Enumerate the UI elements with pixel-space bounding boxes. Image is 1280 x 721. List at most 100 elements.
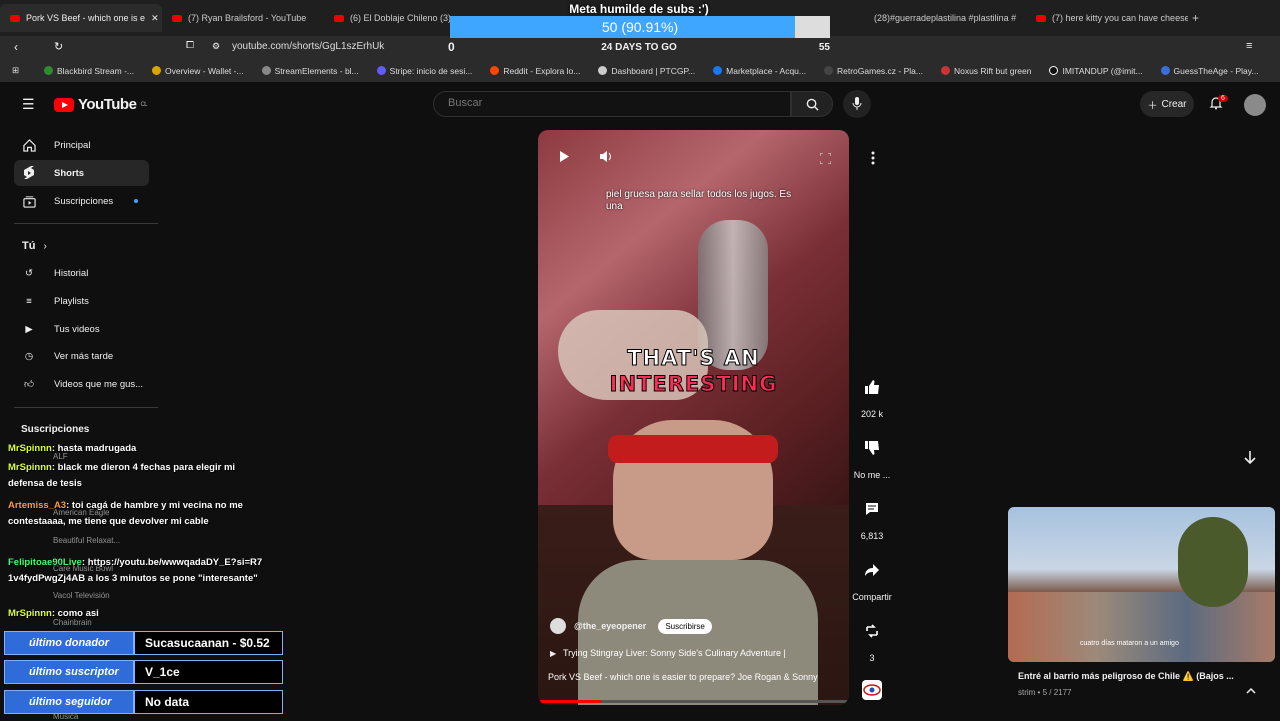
miniplayer-thumbnail[interactable]: cuatro días mataron a un amigo bbox=[1008, 507, 1275, 662]
search-button[interactable] bbox=[791, 91, 833, 117]
bookmark-overview[interactable]: Overview - Wallet -... bbox=[152, 66, 244, 76]
bookmark-icon[interactable]: ⧠ bbox=[186, 40, 194, 51]
sidebar-item-suscripciones[interactable]: Suscripciones bbox=[14, 188, 149, 214]
extensions-icon[interactable]: ≡ bbox=[1246, 40, 1252, 52]
bookmark-reddit[interactable]: Reddit - Explora lo... bbox=[490, 66, 580, 76]
channel-name[interactable]: @the_eyeopener bbox=[574, 621, 646, 631]
bookmark-favicon-icon bbox=[44, 66, 53, 75]
sidebar-item-historial[interactable]: ↺ Historial bbox=[14, 260, 149, 286]
thumbnail-caption: cuatro días mataron a un amigo bbox=[1080, 640, 1179, 647]
like-button[interactable]: 202 k bbox=[852, 371, 892, 419]
last-donor-value: Sucasucaanan - $0.52 bbox=[134, 631, 283, 655]
youtube-logo[interactable]: YouTube CL bbox=[54, 96, 148, 113]
reload-icon[interactable]: ↻ bbox=[54, 40, 63, 53]
tab-kitty[interactable]: (7) here kitty you can have cheese b bbox=[1026, 4, 1188, 32]
bookmark-blackbird[interactable]: Blackbird Stream -... bbox=[44, 66, 134, 76]
video-subtitle: piel gruesa para sellar todos los jugos.… bbox=[606, 189, 792, 212]
bookmark-favicon-icon bbox=[152, 66, 161, 75]
url-text[interactable]: youtube.com/shorts/GgL1szErhUk bbox=[232, 41, 384, 52]
remix-button[interactable]: 3 bbox=[852, 615, 892, 663]
mic-icon bbox=[852, 97, 862, 110]
fullscreen-icon[interactable] bbox=[819, 151, 832, 169]
last-subscriber-value: V_1ce bbox=[134, 660, 283, 684]
subscribe-button[interactable]: Suscribirse bbox=[658, 618, 712, 634]
youtube-logo-icon bbox=[54, 97, 74, 112]
bookmark-guesstheage[interactable]: GuessTheAge - Play... bbox=[1160, 66, 1258, 76]
video-title[interactable]: Pork VS Beef - which one is easier to pr… bbox=[548, 672, 818, 682]
last-subscriber-panel: último suscriptor V_1ce bbox=[4, 660, 283, 684]
sidebar-item-shorts[interactable]: Shorts bbox=[14, 160, 149, 186]
channel-avatar[interactable] bbox=[550, 618, 566, 634]
video-progress-bar[interactable] bbox=[540, 700, 847, 703]
last-follower-label: último seguidor bbox=[4, 690, 134, 714]
chevron-up-icon[interactable] bbox=[1246, 681, 1256, 699]
playlist-icon: ≡ bbox=[26, 295, 32, 307]
sidebar-section-you[interactable]: Tú › bbox=[14, 233, 149, 259]
tab-title: (7) Ryan Brailsford - YouTube bbox=[188, 13, 307, 23]
goal-title: Meta humilde de subs :') bbox=[569, 2, 709, 16]
sidebar-item-ver-mas-tarde[interactable]: ◷ Ver más tarde bbox=[14, 343, 149, 369]
video-progress-fill bbox=[540, 700, 602, 703]
last-donor-panel: último donador Sucasucaanan - $0.52 bbox=[4, 631, 283, 655]
bookmark-noxus[interactable]: Noxus Rift but green bbox=[940, 66, 1031, 76]
goal-days: 24 DAYS TO GO bbox=[601, 42, 677, 53]
create-button[interactable]: ＋ Crear bbox=[1140, 91, 1194, 117]
bookmark-ptcgp[interactable]: Dashboard | PTCGP... bbox=[598, 66, 695, 76]
shorts-video-player[interactable]: piel gruesa para sellar todos los jugos.… bbox=[538, 130, 849, 705]
subscriptions-icon bbox=[22, 194, 36, 208]
bookmark-retrogames[interactable]: RetroGames.cz - Pla... bbox=[824, 66, 923, 76]
tab-plastilina[interactable]: (28)#guerradeplastilina #plastilina # bbox=[864, 4, 1026, 32]
tab-title: (7) here kitty you can have cheese b bbox=[1052, 13, 1188, 23]
sub-goal-overlay: Meta humilde de subs :') 50 (90.91%) 0 2… bbox=[448, 0, 830, 58]
bookmark-favicon-icon bbox=[1160, 66, 1170, 75]
goal-progress-bar: 50 (90.91%) bbox=[450, 16, 830, 38]
chat-message: Artemiss_A3: toi cagá de hambre y mi vec… bbox=[8, 500, 243, 527]
sidebar-item-tus-videos[interactable]: ▶ Tus videos bbox=[14, 316, 149, 342]
search-input[interactable]: Buscar bbox=[433, 91, 791, 117]
sidebar-item-playlists[interactable]: ≡ Playlists bbox=[14, 288, 149, 314]
sidebar-item-liked[interactable]: 👍︎ Videos que me gus... bbox=[14, 371, 149, 397]
close-icon[interactable]: ✕ bbox=[151, 13, 159, 24]
bookmark-stripe[interactable]: Stripe: inicio de sesi... bbox=[376, 66, 472, 76]
volume-icon[interactable] bbox=[599, 150, 612, 168]
tab-pork-vs-beef[interactable]: Pork VS Beef - which one is e ✕ bbox=[0, 4, 162, 32]
bookmark-favicon-icon bbox=[824, 66, 833, 75]
bookmark-favicon-icon bbox=[940, 66, 950, 75]
sidebar-subscriptions-heading: Suscripciones bbox=[21, 424, 90, 435]
back-icon[interactable]: ‹ bbox=[14, 40, 18, 54]
bookmark-favicon-icon bbox=[598, 66, 608, 75]
apps-icon[interactable]: ⊞ bbox=[12, 65, 19, 76]
next-short-button[interactable] bbox=[1236, 444, 1264, 472]
sidebar-item-principal[interactable]: Principal bbox=[14, 132, 149, 158]
menu-icon[interactable]: ☰ bbox=[22, 96, 35, 113]
last-follower-panel: último seguidor No data bbox=[4, 690, 283, 714]
tab-title: (6) El Doblaje Chileno (3): bbox=[350, 13, 454, 23]
voice-search-button[interactable] bbox=[843, 90, 871, 118]
bookmarks-bar: ⊞ Blackbird Stream -... Overview - Walle… bbox=[0, 60, 1280, 82]
thumbs-up-icon: 👍︎ bbox=[24, 379, 34, 390]
new-tab-icon[interactable]: + bbox=[1192, 11, 1199, 25]
video-caption-line2: INTERESTING bbox=[609, 372, 778, 397]
youtube-header: ☰ YouTube CL Buscar ＋ Crear 6 bbox=[0, 82, 1280, 128]
chat-message: MrSpinnn: black me dieron 4 fechas para … bbox=[8, 462, 236, 489]
goal-target: 55 bbox=[818, 42, 830, 53]
miniplayer-title[interactable]: Entré al barrio más peligroso de Chile ⚠… bbox=[1018, 671, 1234, 682]
bookmark-imitandup[interactable]: IMITANDUP (@imit... bbox=[1049, 66, 1143, 76]
share-icon bbox=[856, 554, 888, 586]
sidebar-divider bbox=[14, 223, 158, 224]
channel-thumbnail-icon[interactable] bbox=[862, 680, 882, 700]
chat-message: MrSpinnn: como asi bbox=[8, 608, 99, 619]
chat-message: MrSpinnn: hasta madrugada bbox=[8, 443, 137, 454]
tab-ryan-brailsford[interactable]: (7) Ryan Brailsford - YouTube bbox=[162, 4, 324, 32]
bookmark-streamelements[interactable]: StreamElements - bl... bbox=[261, 66, 359, 76]
bookmark-marketplace[interactable]: Marketplace - Acqu... bbox=[713, 66, 806, 76]
related-video-link[interactable]: Trying Stingray Liver: Sonny Side's Culi… bbox=[563, 648, 786, 658]
dislike-button[interactable]: No me ... bbox=[852, 432, 892, 480]
related-play-icon: ▶ bbox=[550, 649, 557, 658]
play-icon[interactable] bbox=[558, 150, 570, 168]
share-button[interactable]: Compartir bbox=[852, 554, 892, 602]
more-options-icon[interactable] bbox=[864, 148, 882, 168]
site-info-icon[interactable]: ⚙ bbox=[212, 41, 220, 52]
comments-button[interactable]: 6,813 bbox=[852, 493, 892, 541]
avatar[interactable] bbox=[1244, 94, 1266, 116]
